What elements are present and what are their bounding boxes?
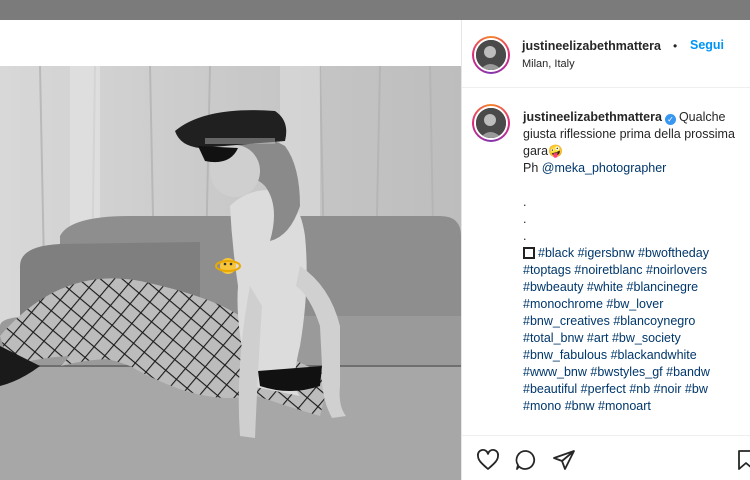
paper-plane-icon[interactable] — [552, 448, 576, 472]
heart-icon[interactable] — [476, 448, 500, 472]
username[interactable]: justineelizabethmattera — [522, 39, 661, 53]
photo-image — [0, 66, 461, 480]
dot-line: . — [523, 212, 527, 226]
caption-text: justineelizabethmattera ✓ Qualche giusta r… — [523, 109, 745, 415]
photo-credit-prefix: Ph — [523, 161, 542, 175]
caption-avatar[interactable] — [472, 104, 510, 142]
hashtag-list[interactable]: #black #igersbnw #bwoftheday #toptags #n… — [523, 246, 710, 413]
window-top-bar — [0, 0, 750, 20]
post-photo[interactable] — [0, 66, 461, 480]
caption-section: justineelizabethmattera ✓ Qualche giusta r… — [462, 89, 750, 435]
photographer-mention[interactable]: @meka_photographer — [542, 161, 667, 175]
follow-button[interactable]: Segui — [690, 38, 724, 52]
zany-face-emoji: 🤪 — [548, 144, 563, 158]
square-icon — [523, 247, 535, 259]
separator-dot: • — [673, 39, 678, 53]
avatar[interactable] — [472, 36, 510, 74]
avatar-image — [474, 38, 508, 72]
caption-username[interactable]: justineelizabethmattera — [523, 110, 662, 124]
post-header: justineelizabethmattera • Segui Milan, I… — [462, 20, 750, 88]
comment-icon[interactable] — [514, 448, 538, 472]
verified-badge-icon: ✓ — [664, 114, 676, 125]
dot-line: . — [523, 229, 527, 243]
dot-line: . — [523, 195, 527, 209]
avatar-image — [474, 106, 508, 140]
bookmark-icon[interactable] — [734, 448, 750, 472]
location-link[interactable]: Milan, Italy — [522, 58, 575, 70]
action-bar — [462, 435, 750, 480]
